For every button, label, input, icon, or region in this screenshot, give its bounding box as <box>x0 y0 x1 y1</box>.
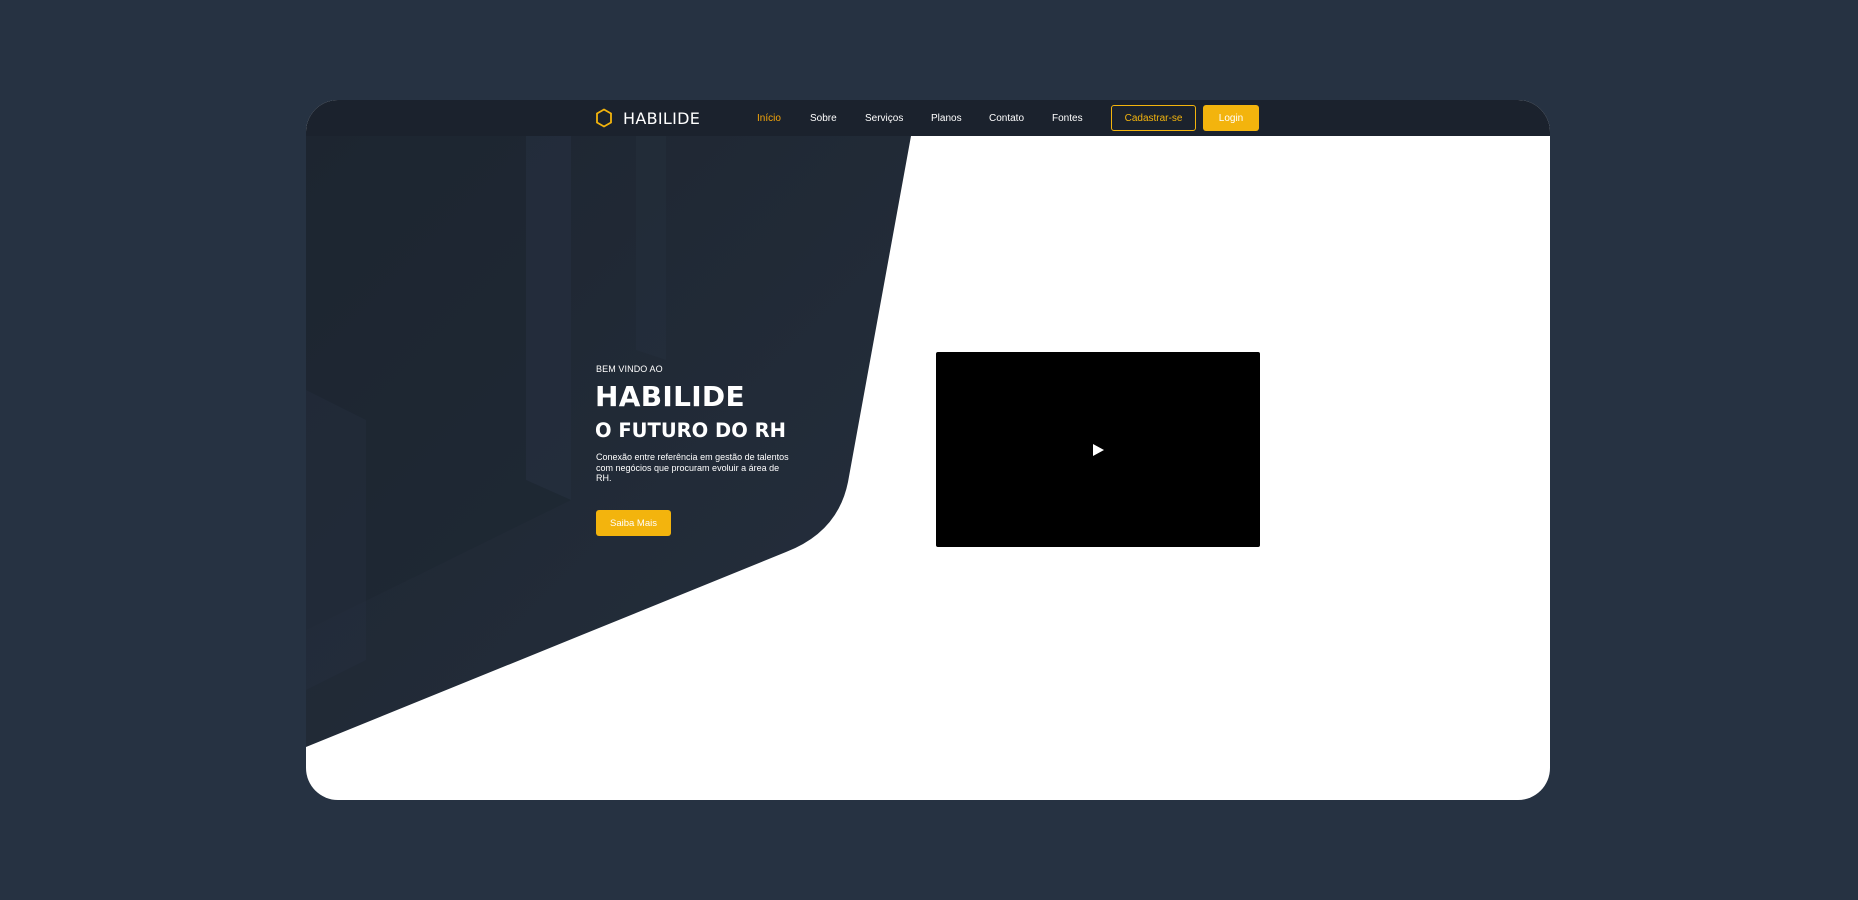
signup-button[interactable]: Cadastrar-se <box>1111 105 1196 131</box>
nav-link-contato[interactable]: Contato <box>989 113 1024 124</box>
hero-subtitle: O FUTURO DO RH <box>595 419 786 442</box>
nav-link-inicio[interactable]: Início <box>757 113 781 124</box>
nav-link-fontes[interactable]: Fontes <box>1052 113 1083 124</box>
hero-background <box>306 136 911 747</box>
hero-description: Conexão entre referência em gestão de ta… <box>596 452 789 483</box>
nav-link-sobre[interactable]: Sobre <box>810 113 837 124</box>
brand-logo[interactable]: HABILIDE <box>595 107 700 129</box>
nav-link-planos[interactable]: Planos <box>931 113 962 124</box>
login-button[interactable]: Login <box>1203 105 1259 131</box>
play-icon[interactable] <box>1091 443 1105 457</box>
saiba-mais-button[interactable]: Saiba Mais <box>596 510 671 536</box>
brand-name: HABILIDE <box>623 108 701 128</box>
nav-link-servicos[interactable]: Serviços <box>865 113 903 124</box>
hexagon-icon <box>596 108 612 128</box>
hero-title: HABILIDE <box>595 380 745 413</box>
page-frame: HABILIDE Início Sobre Serviços Planos Co… <box>306 100 1550 800</box>
navbar: HABILIDE Início Sobre Serviços Planos Co… <box>306 100 1550 136</box>
video-player[interactable] <box>936 352 1260 547</box>
hero-eyebrow: BEM VINDO AO <box>596 364 663 374</box>
